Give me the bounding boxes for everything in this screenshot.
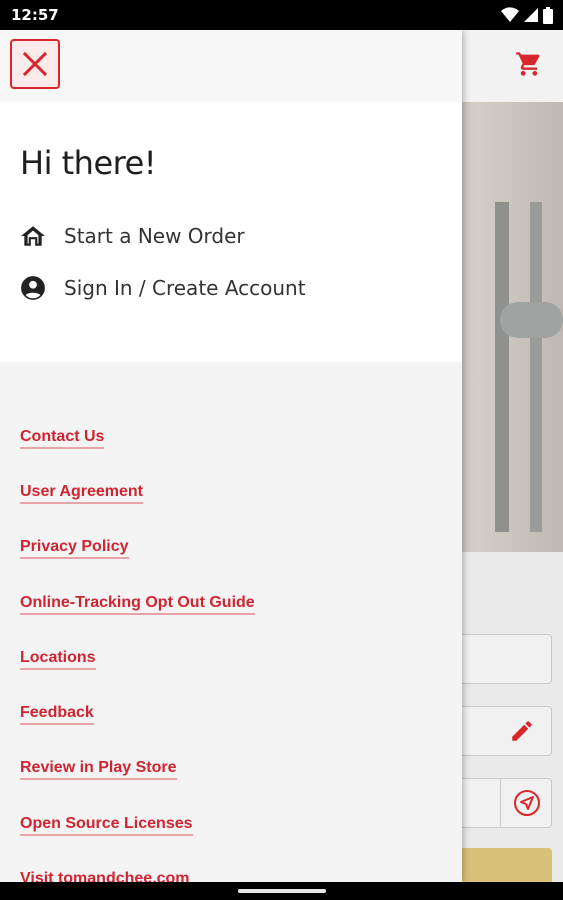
drawer-topbar — [0, 30, 462, 102]
wifi-icon — [501, 7, 519, 23]
sign-in-item[interactable]: Sign In / Create Account — [20, 273, 306, 303]
link-locations[interactable]: Locations — [20, 649, 96, 670]
link-contact-us[interactable]: Contact Us — [20, 428, 105, 449]
signal-icon — [524, 8, 538, 22]
account-circle-icon — [21, 276, 45, 300]
home-indicator[interactable] — [238, 889, 326, 893]
close-button[interactable] — [10, 39, 60, 89]
link-user-agreement[interactable]: User Agreement — [20, 483, 144, 504]
start-new-order-label: Start a New Order — [64, 224, 245, 248]
close-icon — [23, 52, 47, 76]
link-tracking-opt-out[interactable]: Online-Tracking Opt Out Guide — [20, 594, 255, 615]
system-nav-bar — [0, 882, 563, 900]
status-icons — [501, 6, 553, 24]
status-time: 12:57 — [11, 6, 59, 24]
status-bar: 12:57 — [0, 0, 563, 30]
battery-icon — [543, 6, 553, 24]
link-privacy-policy[interactable]: Privacy Policy — [20, 538, 129, 559]
greeting: Hi there! — [20, 144, 157, 182]
link-open-source-licenses[interactable]: Open Source Licenses — [20, 815, 193, 836]
sign-in-label: Sign In / Create Account — [64, 276, 306, 300]
navigation-drawer: Hi there! Start a New Order Sign In / Cr… — [0, 30, 462, 891]
drawer-links: Contact Us User Agreement Privacy Policy… — [0, 362, 462, 891]
link-feedback[interactable]: Feedback — [20, 704, 94, 725]
home-icon — [21, 226, 45, 246]
link-review-play-store[interactable]: Review in Play Store — [20, 759, 177, 780]
drawer-header: Hi there! Start a New Order Sign In / Cr… — [0, 102, 462, 362]
start-new-order-item[interactable]: Start a New Order — [20, 221, 245, 251]
